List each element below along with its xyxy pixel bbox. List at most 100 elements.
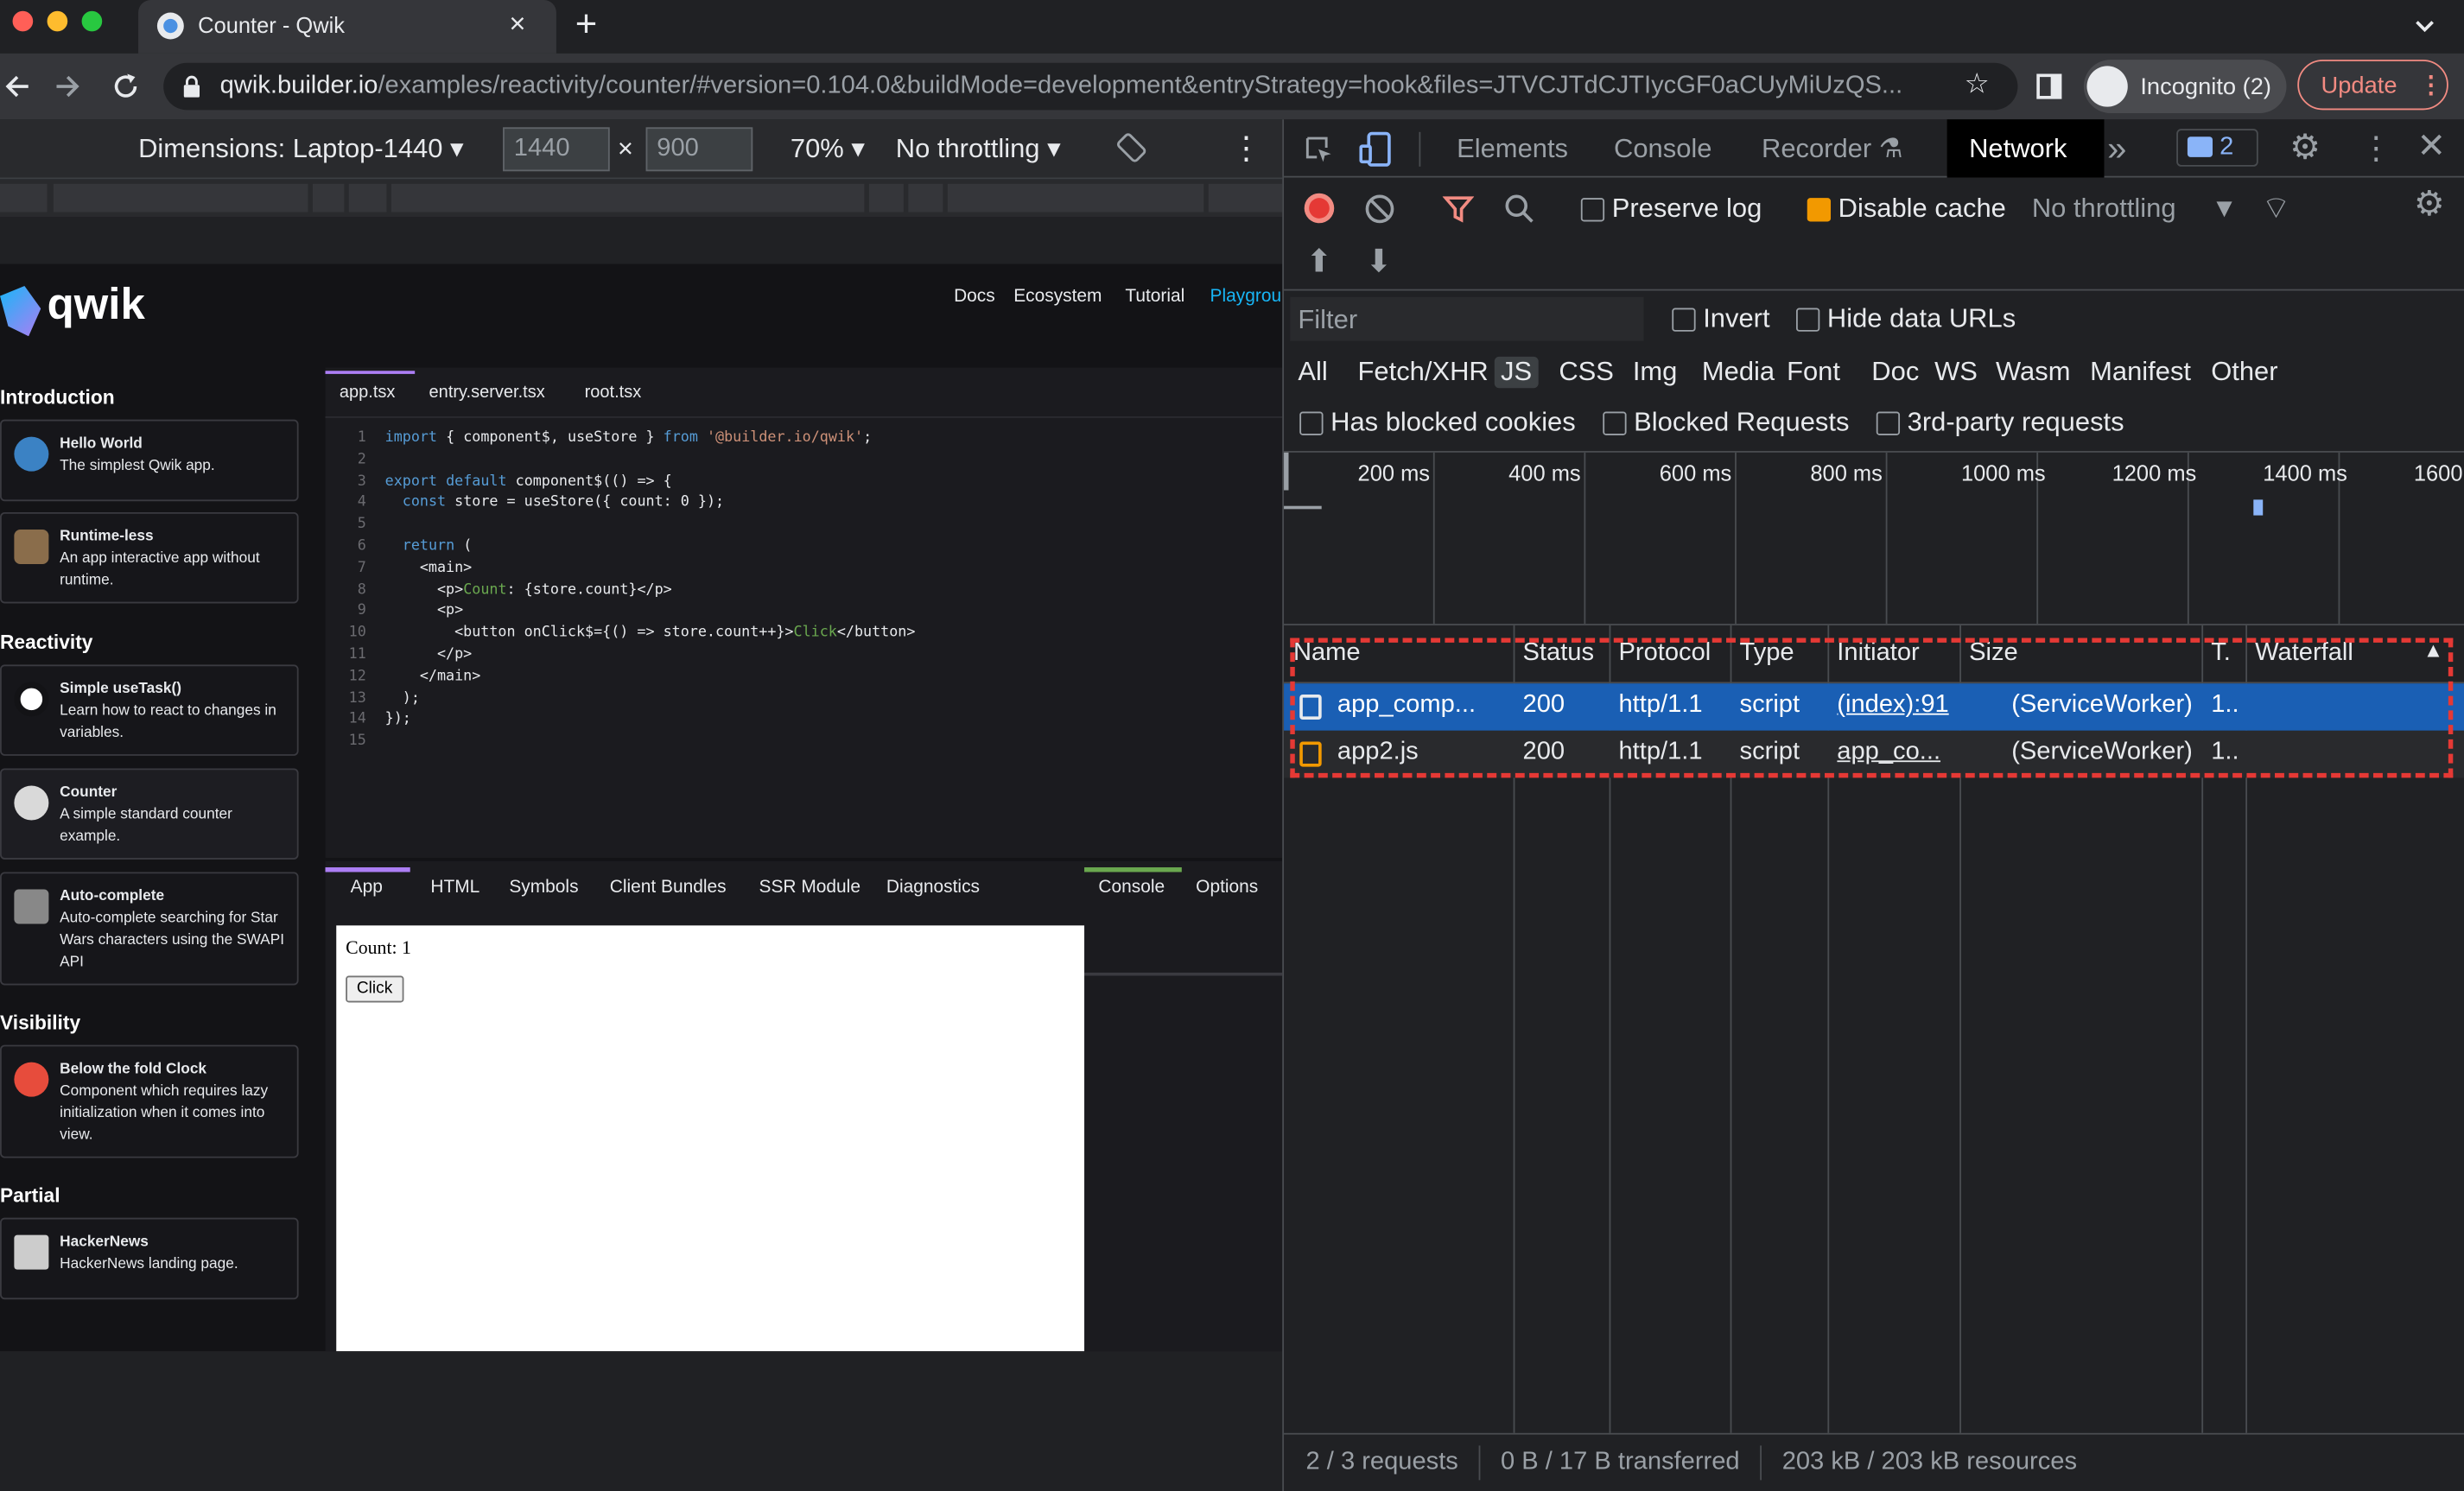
settings-icon[interactable]: ⚙ <box>2289 127 2321 168</box>
example-card-hackernews[interactable]: HackerNews HackerNews landing page. <box>0 1217 299 1300</box>
tab-console[interactable]: Console <box>1098 879 1165 898</box>
blocked-cookies-checkbox[interactable]: Has blocked cookies <box>1299 407 1576 438</box>
code-line[interactable]: 2 <box>326 449 916 471</box>
forward-icon[interactable] <box>54 73 82 101</box>
code-line[interactable]: 3 export default component$(() => { <box>326 471 916 492</box>
third-party-checkbox[interactable]: 3rd-party requests <box>1876 407 2124 438</box>
tab-network[interactable]: Network <box>1969 134 2067 165</box>
devtools-menu-icon[interactable]: ⋮ <box>2360 129 2391 168</box>
tab-search-icon[interactable] <box>2414 16 2435 37</box>
maximize-window-button[interactable] <box>81 10 103 32</box>
code-line[interactable]: 1 import { component$, useStore } from '@… <box>326 428 916 449</box>
click-button[interactable]: Click <box>346 975 404 1003</box>
issues-badge[interactable]: 2 <box>2176 129 2258 167</box>
incognito-badge[interactable]: Incognito (2) <box>2083 60 2288 113</box>
tab-entry-server[interactable]: entry.server.tsx <box>429 384 545 403</box>
more-tabs-icon[interactable]: » <box>2107 129 2126 169</box>
tab-symbols[interactable]: Symbols <box>509 879 578 898</box>
bookmark-star-icon[interactable]: ☆ <box>1965 67 1990 100</box>
tab-diagnostics[interactable]: Diagnostics <box>886 879 980 898</box>
reload-icon[interactable] <box>110 71 141 102</box>
device-toggle-icon[interactable] <box>1359 130 1394 168</box>
minimize-window-button[interactable] <box>47 10 68 32</box>
example-card-auto-complete[interactable]: Auto-complete Auto-complete searching for… <box>0 872 299 986</box>
filter-fetchxhr[interactable]: Fetch/XHR <box>1358 357 1489 388</box>
code-line[interactable]: 5 <box>326 514 916 536</box>
throttling-select[interactable]: No throttling ▾ <box>896 134 1061 165</box>
tab-client-bundles[interactable]: Client Bundles <box>610 879 727 898</box>
width-input[interactable]: 1440 <box>503 127 610 172</box>
tab-app[interactable]: App <box>351 879 383 898</box>
tab-html[interactable]: HTML <box>430 879 479 898</box>
zoom-select[interactable]: 70% ▾ <box>791 134 865 165</box>
back-icon[interactable] <box>3 73 32 101</box>
blocked-requests-checkbox[interactable]: Blocked Requests <box>1603 407 1849 438</box>
preserve-log-checkbox[interactable]: Preserve log <box>1580 194 1762 225</box>
search-icon[interactable] <box>1504 194 1535 225</box>
timeline-overview[interactable]: 200 ms 400 ms 600 ms 800 ms 1000 ms 1200 ms 14… <box>1284 452 2464 625</box>
timeline-marker[interactable] <box>1284 452 1289 491</box>
example-card-counter[interactable]: Counter A simple standard counter example… <box>0 768 299 860</box>
filter-doc[interactable]: Doc <box>1871 357 1919 388</box>
update-button[interactable]: Update ⋮ <box>2297 60 2448 111</box>
tab-ssr-module[interactable]: SSR Module <box>759 879 860 898</box>
code-line[interactable]: 9 <p> <box>326 601 916 623</box>
tab-recorder[interactable]: Recorder ⚗ <box>1762 134 1903 165</box>
rotate-icon[interactable] <box>1115 132 1146 163</box>
record-button[interactable] <box>1304 193 1335 224</box>
code-line[interactable]: 6 return ( <box>326 536 916 557</box>
filter-font[interactable]: Font <box>1787 357 1840 388</box>
filter-media[interactable]: Media <box>1702 357 1775 388</box>
code-content[interactable]: 1 import { component$, useStore } from '@… <box>326 428 916 752</box>
example-card-runtime-less[interactable]: Runtime-less An app interactive app witho… <box>0 511 299 604</box>
tab-options[interactable]: Options <box>1196 879 1258 898</box>
nav-ecosystem[interactable]: Ecosystem <box>1013 288 1102 307</box>
invert-checkbox[interactable]: Invert <box>1672 303 1770 334</box>
qwik-logo-icon[interactable] <box>0 286 41 337</box>
tab-elements[interactable]: Elements <box>1457 134 1568 165</box>
example-card-use-task[interactable]: Simple useTask() Learn how to react to ch… <box>0 664 299 756</box>
throttle-dropdown-icon[interactable]: ▼ <box>2211 194 2238 225</box>
close-devtools-icon[interactable]: ✕ <box>2416 126 2446 167</box>
code-line[interactable]: 13 ); <box>326 688 916 709</box>
filter-img[interactable]: Img <box>1633 357 1678 388</box>
tab-console[interactable]: Console <box>1614 134 1711 165</box>
export-har-icon[interactable]: ⬇ <box>1366 242 1392 281</box>
network-settings-icon[interactable]: ⚙ <box>2414 184 2445 225</box>
import-har-icon[interactable]: ⬆ <box>1306 242 1332 281</box>
nav-docs[interactable]: Docs <box>954 288 995 307</box>
height-input[interactable]: 900 <box>645 127 753 172</box>
disable-cache-checkbox[interactable]: Disable cache <box>1807 194 2006 225</box>
code-line[interactable]: 14}); <box>326 709 916 731</box>
network-conditions-icon[interactable]: ⌔ <box>2261 188 2290 227</box>
hide-data-urls-checkbox[interactable]: Hide data URLs <box>1796 303 2016 334</box>
nav-tutorial[interactable]: Tutorial <box>1125 288 1184 307</box>
code-line[interactable]: 10 <button onClick$={() => store.count++… <box>326 623 916 644</box>
close-window-button[interactable] <box>12 10 34 32</box>
code-line[interactable]: 7 <main> <box>326 557 916 579</box>
filter-manifest[interactable]: Manifest <box>2090 357 2191 388</box>
tab-app-tsx[interactable]: app.tsx <box>340 384 396 403</box>
filter-css[interactable]: CSS <box>1559 357 1614 388</box>
code-line[interactable]: 8 <p>Count: {store.count}</p> <box>326 579 916 600</box>
code-line[interactable]: 11 </p> <box>326 644 916 666</box>
filter-ws[interactable]: WS <box>1934 357 1978 388</box>
filter-icon[interactable] <box>1442 194 1475 225</box>
filter-js[interactable]: JS <box>1494 356 1539 389</box>
code-line[interactable]: 4 const store = useStore({ count: 0 }); <box>326 492 916 514</box>
more-options-icon[interactable]: ⋮ <box>1230 129 1261 168</box>
side-panel-icon[interactable] <box>2036 73 2062 99</box>
new-tab-button[interactable]: + <box>575 3 597 48</box>
code-editor[interactable]: app.tsx entry.server.tsx root.tsx 1 impor… <box>325 367 1283 859</box>
filter-wasm[interactable]: Wasm <box>1996 357 2070 388</box>
example-card-hello-world[interactable]: Hello World The simplest Qwik app. <box>0 419 299 502</box>
inspect-element-icon[interactable] <box>1303 134 1334 165</box>
close-tab-icon[interactable]: × <box>509 8 525 41</box>
filter-input[interactable]: Filter <box>1290 296 1644 341</box>
network-throttling-select[interactable]: No throttling <box>2032 194 2176 225</box>
media-query-bar[interactable] <box>0 179 1283 218</box>
dimensions-select[interactable]: Dimensions: Laptop-1440 ▾ <box>138 134 464 165</box>
filter-all[interactable]: All <box>1298 357 1327 388</box>
menu-icon[interactable]: ⋮ <box>2419 71 2442 99</box>
browser-tab[interactable]: Counter - Qwik × <box>138 0 556 54</box>
